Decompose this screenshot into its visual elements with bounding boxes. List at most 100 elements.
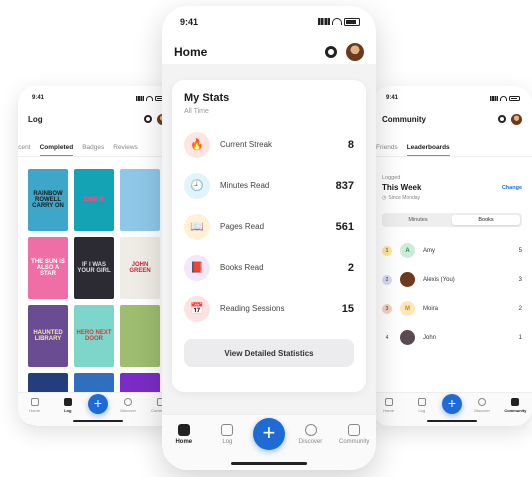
tab-recent[interactable]: Recent [18,144,31,156]
leaderboard-row[interactable]: 3 M Moira 2 [382,294,522,323]
tab-badges[interactable]: Badges [82,144,104,156]
wifi-icon [332,18,342,25]
nav-label: Log [222,439,233,445]
change-link[interactable]: Change [502,185,522,191]
book-cover-text: THE SUN IS ALSO A STAR [31,258,65,278]
book-cover[interactable] [120,169,160,231]
book-cover[interactable]: HERO NEXT DOOR [74,305,114,367]
log-screen: 9:41 Log Recent Completed Badges Reviews RA… [18,86,178,426]
nav-label: Home [383,408,394,413]
gear-icon[interactable] [498,115,506,123]
gear-icon[interactable] [144,115,152,123]
log-icon [221,424,234,436]
stats-list: 🔥 Current Streak 8 🕘 Minutes Read 837 📖 Pages R… [184,124,354,329]
book-count: 2 [518,305,522,312]
add-button[interactable]: + [252,418,285,450]
nav-log[interactable]: Log [55,398,81,413]
segment-books[interactable]: Books [452,215,520,225]
book-cover-text: HERO NEXT DOOR [76,329,112,342]
signal-icon [136,95,144,101]
segment-minutes[interactable]: Minutes [384,215,452,225]
nav-home[interactable]: Home [166,424,202,445]
tab-completed[interactable]: Completed [39,144,74,156]
nav-label: Log [64,408,72,413]
community-header: Community [372,102,532,128]
status-bar: 9:41 [162,6,376,28]
stat-row: 🔥 Current Streak 8 [184,124,354,165]
book-cover[interactable]: IF I WAS YOUR GIRL [74,237,114,299]
home-indicator [231,462,307,465]
book-cover-text: IF I WAS YOUR GIRL [77,261,111,274]
nav-community[interactable]: Community [502,398,528,413]
discover-icon [478,398,487,406]
stat-label: Current Streak [220,140,273,149]
avatar[interactable] [511,113,522,125]
book-cover[interactable]: THE SUN IS ALSO A STAR [28,237,68,299]
battery-icon [344,17,360,26]
view-statistics-button[interactable]: View Detailed Statistics [184,339,354,367]
book-cover-text: SHIP IT [83,196,105,203]
wifi-icon [146,95,153,101]
nav-community[interactable]: Community [336,424,372,445]
book-cover[interactable]: RAINBOW ROWELL CARRY ON [28,169,68,231]
book-icon: 📕 [184,254,210,281]
avatar: A [400,243,415,258]
book-count: 1 [518,334,522,341]
leaderboard-row[interactable]: 4 John 1 [382,323,522,352]
avatar [400,272,415,287]
page-title: Log [28,114,43,124]
book-cover[interactable]: SHIP IT [74,169,114,231]
clock-icon: ◷ [382,195,387,201]
stat-label: Books Read [220,263,264,272]
period-title: This Week [382,183,422,192]
card-title: My Stats [184,92,230,104]
add-button[interactable]: + [87,394,108,414]
flame-icon: 🔥 [184,131,210,158]
gear-icon[interactable] [325,46,337,58]
card-subtitle: All Time [184,108,209,115]
book-cover[interactable]: HAUNTED LIBRARY [28,305,68,367]
avatar [400,330,415,345]
home-screen: 9:41 Home My Stats All Time 🔥 Current Str… [162,6,376,470]
stat-label: Pages Read [220,222,265,231]
home-indicator [73,420,123,422]
stat-row: 📖 Pages Read 561 [184,206,354,247]
nav-log[interactable]: Log [209,424,245,445]
wifi-icon [500,95,507,101]
tab-reviews[interactable]: Reviews [113,144,138,156]
tab-friends[interactable]: Friends [376,144,398,156]
signal-icon [318,18,330,25]
leaderboard-row[interactable]: 2 Alexis (You) 3 [382,265,522,294]
discover-icon [124,398,133,406]
status-time: 9:41 [180,16,199,27]
nav-label: Discover [120,408,136,413]
tab-leaderboards[interactable]: Leaderboards [406,144,450,156]
rank-badge: 2 [382,274,392,285]
nav-discover[interactable]: Discover [293,424,329,445]
nav-discover[interactable]: Discover [115,398,141,413]
community-icon [511,398,520,406]
status-bar: 9:41 [372,86,532,102]
status-time: 9:41 [32,95,45,101]
nav-discover[interactable]: Discover [469,398,495,413]
add-button[interactable]: + [441,394,462,414]
book-cover[interactable]: JOHN GREEN [120,237,160,299]
book-cover-text [138,198,142,202]
leaderboard-row[interactable]: 1 A Amy 5 [382,236,522,265]
book-count: 3 [518,276,522,283]
page-title: Community [382,114,426,124]
nav-home[interactable]: Home [376,398,402,413]
nav-label: Community [504,408,527,413]
nav-log[interactable]: Log [409,398,435,413]
nav-home[interactable]: Home [22,398,48,413]
book-cover[interactable] [120,305,160,367]
home-header: Home [162,28,376,64]
avatar[interactable] [346,43,364,61]
log-tabs: Recent Completed Badges Reviews [18,128,178,157]
leaderboard-list: 1 A Amy 5 2 Alexis (You) 3 3 M Moira 2 4 John 1 [382,236,522,352]
rank-badge: 4 [382,332,392,343]
home-indicator [427,420,477,422]
stat-row: 🕘 Minutes Read 837 [184,165,354,206]
log-header: Log [18,102,178,128]
user-name: Alexis (You) [423,276,455,283]
